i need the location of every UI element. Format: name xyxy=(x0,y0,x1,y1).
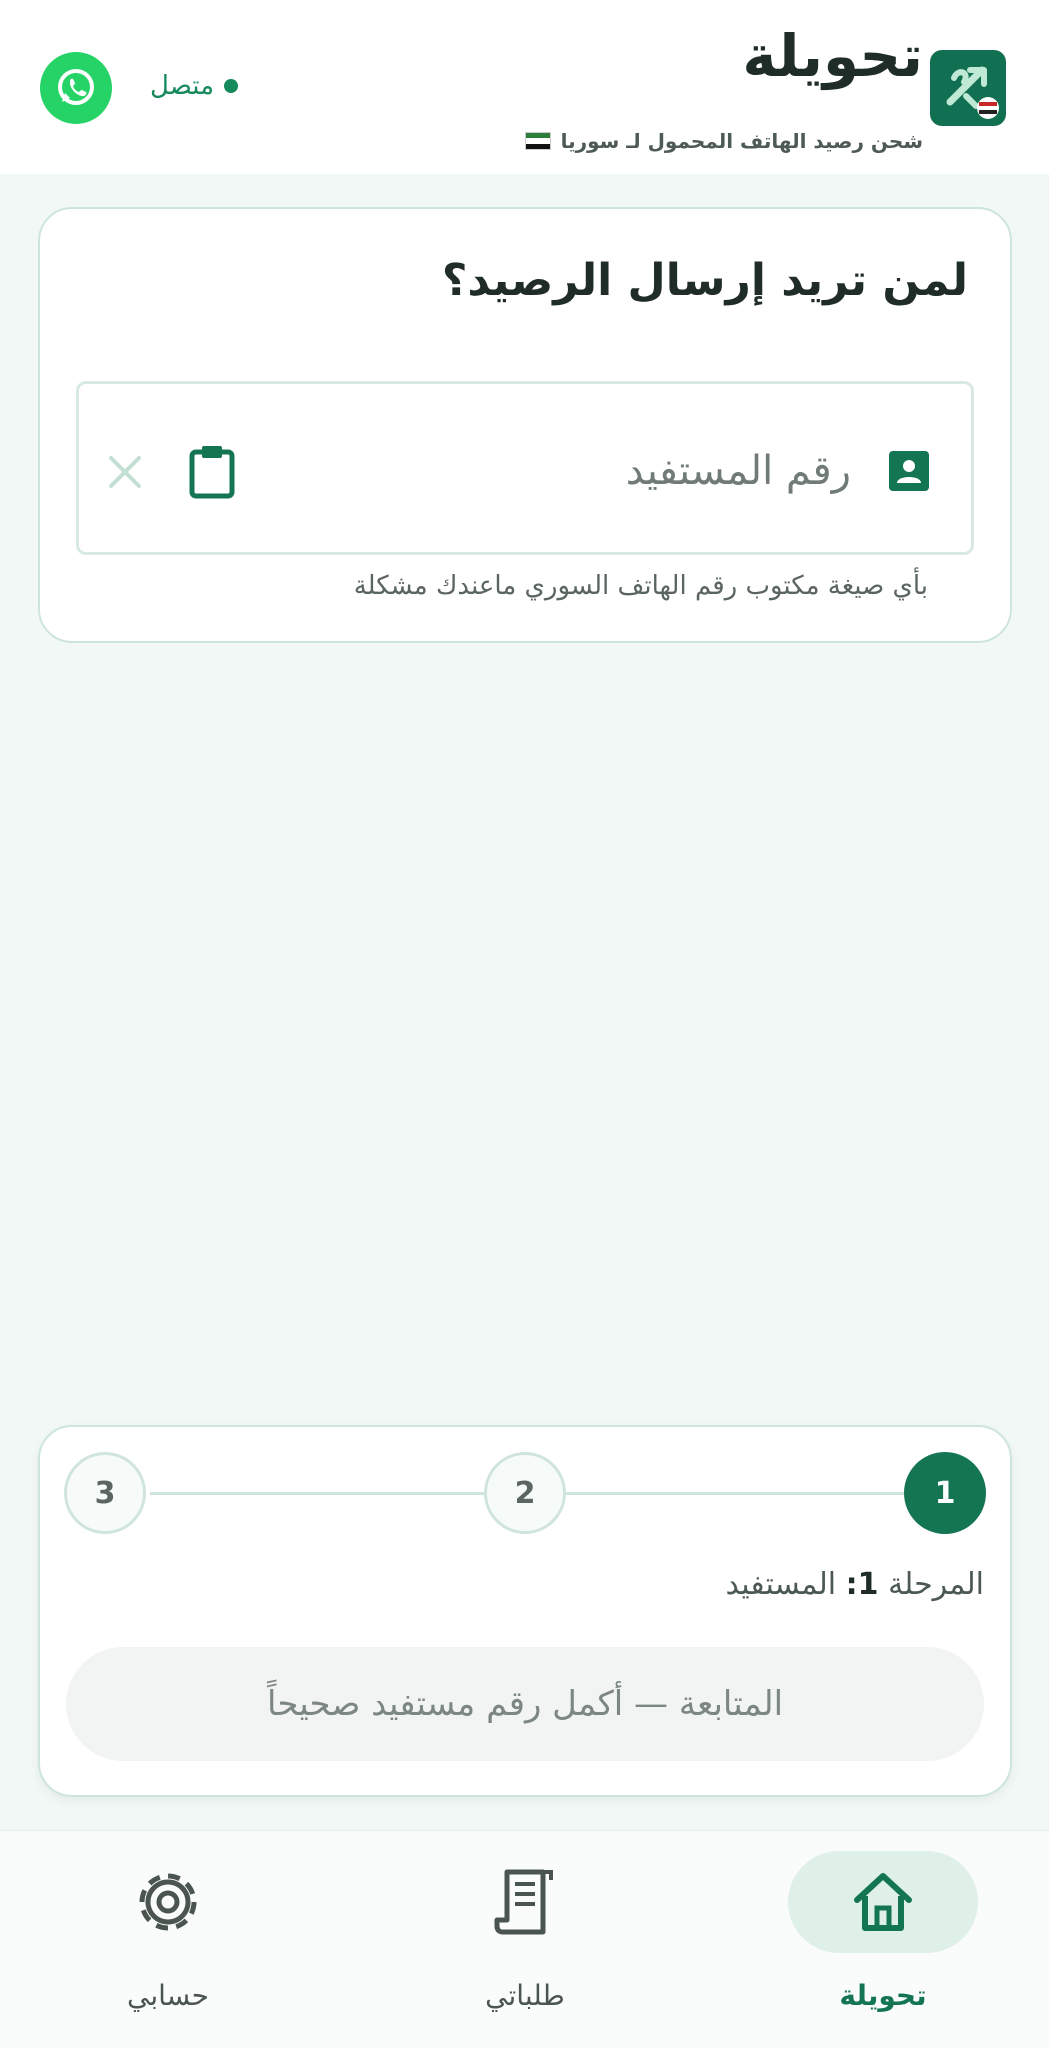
contact-icon xyxy=(889,451,929,491)
recipient-field xyxy=(76,381,974,555)
nav-label-transfer: تحويلة xyxy=(839,1979,927,2012)
status-text: متصل xyxy=(150,71,215,101)
subtitle-row: شحن رصيد الهاتف المحمول لـ سوريا xyxy=(524,126,923,156)
nav-label-orders: طلباتي xyxy=(485,1979,565,2012)
connection-status: متصل xyxy=(150,66,239,106)
gear-icon xyxy=(139,1873,197,1931)
current-stage-label: المرحلة 1: المستفيد xyxy=(725,1567,984,1602)
stage-name: المستفيد xyxy=(725,1567,837,1602)
recipient-hint: بأي صيغة مكتوب رقم الهاتف السوري ماعندك … xyxy=(353,571,928,601)
step-3: 3 xyxy=(64,1452,146,1534)
recipient-number-input[interactable] xyxy=(291,434,851,508)
whatsapp-button[interactable] xyxy=(40,52,112,124)
stepper-panel: 3 2 1 المرحلة 1: المستفيد المتابعة — أكم… xyxy=(38,1425,1012,1797)
home-icon xyxy=(854,1873,912,1931)
recipient-heading: لمن تريد إرسال الرصيد؟ xyxy=(441,255,968,306)
app-logo xyxy=(930,50,1006,126)
nav-item-orders[interactable]: طلباتي xyxy=(425,1851,625,2031)
whatsapp-icon xyxy=(58,69,94,105)
clear-icon[interactable] xyxy=(105,452,145,492)
app-header: تحويلة شحن رصيد الهاتف المحمول لـ سوريا … xyxy=(0,0,1049,174)
step-2: 2 xyxy=(484,1452,566,1534)
nav-label-account: حسابي xyxy=(127,1979,209,2012)
app-subtitle: شحن رصيد الهاتف المحمول لـ سوريا xyxy=(560,129,923,153)
bottom-navigation: تحويلة طلباتي حسابي xyxy=(0,1830,1049,2048)
nav-item-transfer[interactable]: تحويلة xyxy=(783,1851,983,2031)
paste-clipboard-icon[interactable] xyxy=(187,444,237,500)
online-dot-icon xyxy=(224,79,239,93)
nav-item-account[interactable]: حسابي xyxy=(68,1851,268,2031)
step-1: 1 xyxy=(904,1452,986,1534)
stage-number: 1: xyxy=(845,1567,879,1602)
app-title: تحويلة xyxy=(742,22,923,90)
recipient-card: لمن تريد إرسال الرصيد؟ بأي صيغة مكتوب رق… xyxy=(38,207,1012,643)
syria-flag-icon xyxy=(524,132,551,150)
receipt-icon xyxy=(494,1869,553,1935)
stage-prefix: المرحلة xyxy=(888,1567,984,1602)
continue-button[interactable]: المتابعة — أكمل رقم مستفيد صحيحاً xyxy=(66,1647,984,1761)
